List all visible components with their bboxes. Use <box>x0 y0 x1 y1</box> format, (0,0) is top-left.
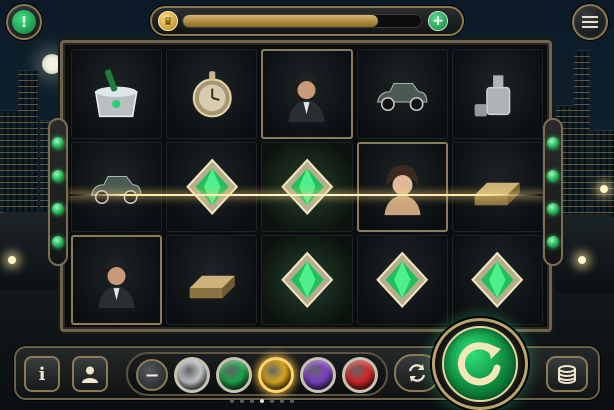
symbol-gold-bars <box>451 142 543 232</box>
symbol-gangster-man <box>71 235 163 325</box>
user-icon <box>82 366 98 383</box>
gangster-man-icon <box>96 259 137 309</box>
exclamation-icon: ! <box>12 10 36 34</box>
spin-arrow-icon <box>458 342 501 386</box>
symbol-vintage-car <box>356 49 448 139</box>
payline-dot <box>547 202 559 215</box>
payline-dot <box>547 136 559 149</box>
chip-purple[interactable] <box>300 357 336 393</box>
payline-dot <box>52 235 64 248</box>
menu-button[interactable] <box>572 4 608 40</box>
progress-track <box>182 14 422 28</box>
payline-dot <box>52 169 64 182</box>
profile-button[interactable] <box>72 356 108 392</box>
page-dot[interactable] <box>240 399 244 403</box>
emerald-icon <box>185 158 238 216</box>
headlight <box>8 256 16 264</box>
crown-icon: ♛ <box>158 11 178 31</box>
chip-red[interactable] <box>342 357 378 393</box>
vintage-car-icon <box>91 176 142 205</box>
vintage-car-icon <box>376 83 428 112</box>
whiskey-decanter-icon <box>474 75 511 117</box>
coin-stack-icon <box>558 365 576 384</box>
gold-bars-icon <box>189 275 235 299</box>
paylines-indicator-left <box>48 118 68 266</box>
page-dot[interactable] <box>270 399 274 403</box>
symbol-vintage-car <box>71 142 163 232</box>
progress-fill <box>183 15 379 27</box>
reel-grid <box>71 49 543 325</box>
autoplay-icon <box>408 364 426 382</box>
symbol-emerald <box>261 142 353 232</box>
parked-car-right <box>554 214 614 294</box>
chip-gold[interactable] <box>258 357 294 393</box>
payline-dot <box>547 235 559 248</box>
page-indicator <box>230 399 294 403</box>
spin-button-ring <box>432 318 528 410</box>
symbol-gangster-man <box>261 49 353 139</box>
page-dot[interactable] <box>280 399 284 403</box>
symbol-emerald <box>356 235 448 325</box>
symbol-whiskey-decanter <box>451 49 543 139</box>
decrease-bet-button[interactable]: − <box>136 359 168 391</box>
headlight <box>578 256 586 264</box>
page-dot[interactable] <box>230 399 234 403</box>
street-lamp <box>600 185 608 193</box>
page-dot[interactable] <box>290 399 294 403</box>
reels-frame <box>60 40 552 332</box>
symbol-emerald <box>451 235 543 325</box>
info-icon: i <box>38 363 46 385</box>
chip-silver[interactable] <box>174 357 210 393</box>
payline-dot <box>52 136 64 149</box>
reel-3 <box>261 49 353 325</box>
reel-2 <box>166 49 258 325</box>
champagne-bucket-icon <box>95 69 139 118</box>
bet-chip-selector: − <box>126 352 388 396</box>
spin-button[interactable] <box>442 326 518 402</box>
pocket-watch-icon <box>192 71 232 118</box>
symbol-pocket-watch <box>166 49 258 139</box>
hamburger-icon <box>582 16 598 28</box>
emerald-icon <box>376 251 429 309</box>
emerald-icon <box>280 251 334 309</box>
symbol-champagne-bucket <box>71 49 163 139</box>
chip-green[interactable] <box>216 357 252 393</box>
symbol-flapper-woman <box>356 142 448 232</box>
gangster-man-icon <box>286 73 328 123</box>
flapper-woman-icon <box>384 164 421 216</box>
payline-dot <box>547 169 559 182</box>
symbol-emerald <box>261 235 353 325</box>
symbol-gold-bars <box>166 235 258 325</box>
emerald-icon <box>280 158 334 216</box>
info-button[interactable]: ! <box>6 4 42 40</box>
reel-4 <box>356 49 448 325</box>
add-coins-button[interactable]: + <box>428 11 448 31</box>
emerald-icon <box>471 251 524 309</box>
reel-1 <box>71 49 163 325</box>
paylines-indicator-right <box>543 118 563 266</box>
symbol-emerald <box>166 142 258 232</box>
page-dot[interactable] <box>250 399 254 403</box>
payline-dot <box>52 202 64 215</box>
page-dot[interactable] <box>260 399 264 403</box>
gold-bars-icon <box>474 182 520 206</box>
moon <box>42 54 62 74</box>
level-progress-bar: ♛ + <box>150 6 464 36</box>
paytable-info-button[interactable]: i <box>24 356 60 392</box>
reel-5 <box>451 49 543 325</box>
bet-settings-button[interactable] <box>546 356 588 392</box>
